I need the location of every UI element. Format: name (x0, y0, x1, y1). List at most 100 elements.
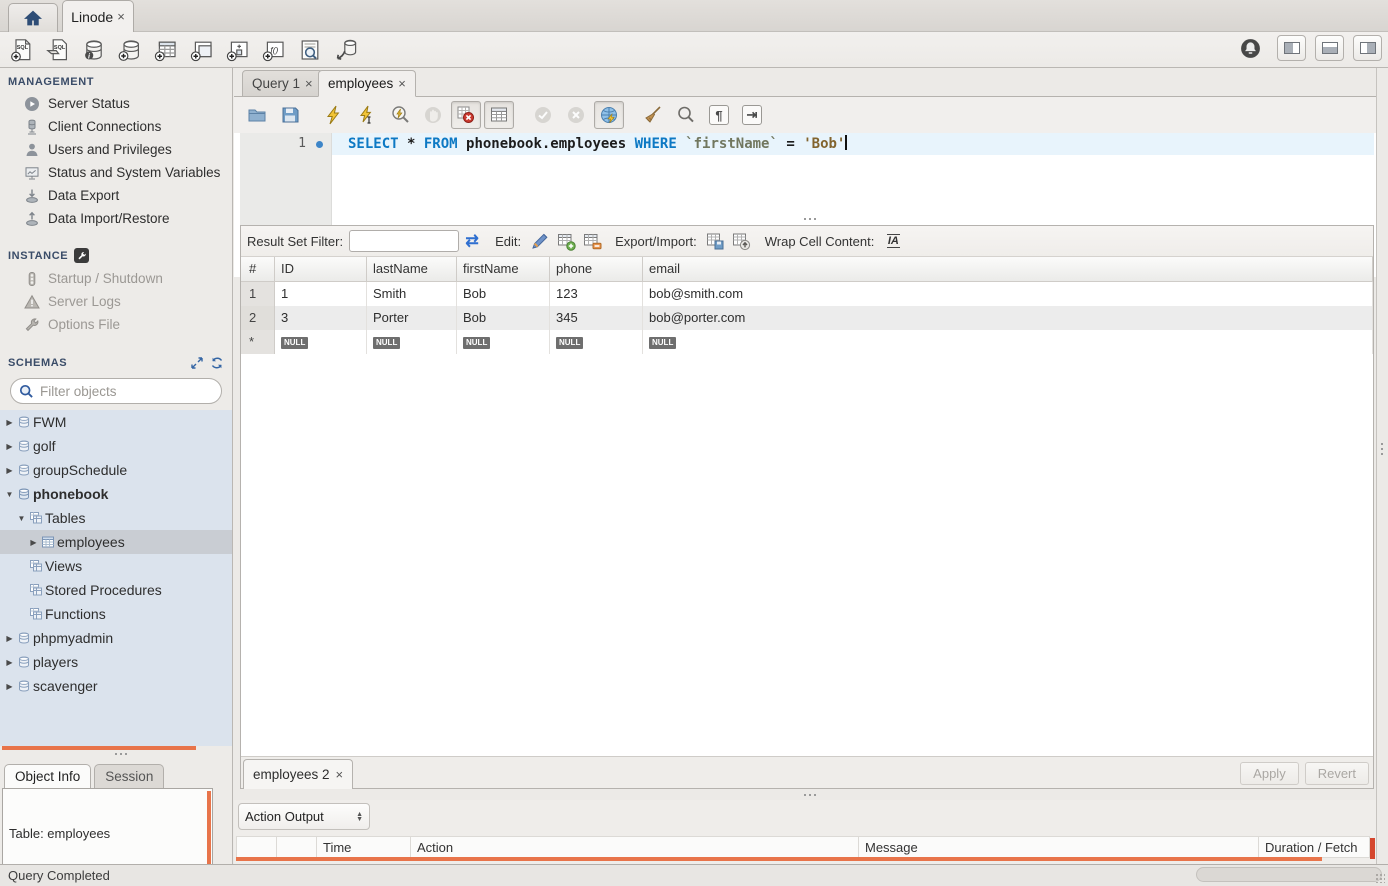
cell[interactable]: bob@smith.com (643, 282, 1373, 306)
sidebar-item-options-file[interactable]: Options File (0, 313, 232, 336)
sidebar-splitter-grip[interactable] (115, 753, 117, 755)
column-header[interactable]: phone (550, 257, 643, 281)
column-header[interactable]: firstName (457, 257, 550, 281)
sidebar-item-server-status[interactable]: Server Status (0, 92, 232, 115)
toggle-bottom-panel-button[interactable] (1315, 35, 1344, 61)
import-recordset-icon[interactable] (729, 229, 755, 253)
create-function-button[interactable]: f() (256, 35, 292, 65)
cell[interactable]: NULL (550, 330, 643, 354)
tree-item-tables[interactable]: ▼Tables (0, 506, 232, 530)
open-file-button[interactable] (242, 101, 272, 129)
cell[interactable]: Porter (367, 306, 457, 330)
tree-item-views[interactable]: Views (0, 554, 232, 578)
result-filter-input[interactable] (349, 230, 459, 252)
tree-item-players[interactable]: ▶players (0, 650, 232, 674)
close-tab-icon[interactable]: × (305, 76, 313, 91)
schema-filter-input[interactable] (40, 384, 217, 399)
cell[interactable]: Smith (367, 282, 457, 306)
home-tab[interactable] (8, 3, 58, 32)
toggle-left-sidebar-button[interactable] (1277, 35, 1306, 61)
cell[interactable]: NULL (457, 330, 550, 354)
tree-item-employees[interactable]: ▶employees (0, 530, 232, 554)
find-button[interactable] (671, 101, 701, 129)
export-recordset-icon[interactable] (703, 229, 729, 253)
tree-item-stored-procedures[interactable]: Stored Procedures (0, 578, 232, 602)
new-row[interactable]: * NULL NULL NULL NULL NULL (241, 330, 1373, 354)
object-info-scrollbar[interactable] (207, 791, 211, 864)
tab-employees[interactable]: employees × (318, 70, 416, 97)
create-table-button[interactable] (148, 35, 184, 65)
tree-item-functions[interactable]: Functions (0, 602, 232, 626)
column-header[interactable]: lastName (367, 257, 457, 281)
tree-item-phonebook[interactable]: ▼phonebook (0, 482, 232, 506)
create-view-button[interactable] (184, 35, 220, 65)
cell[interactable]: NULL (275, 330, 367, 354)
column-header[interactable]: email (643, 257, 1373, 281)
execute-current-statement-button[interactable] (352, 101, 382, 129)
new-query-tab-button[interactable]: SQL (4, 35, 40, 65)
insert-row-icon[interactable] (553, 229, 579, 253)
limit-rows-button[interactable] (484, 101, 514, 129)
column-header[interactable]: Duration / Fetch (1259, 837, 1369, 857)
expand-schemas-icon[interactable] (190, 356, 204, 370)
close-tab-icon[interactable]: × (398, 76, 406, 91)
sidebar-item-server-logs[interactable]: Server Logs (0, 290, 232, 313)
tree-item-groupschedule[interactable]: ▶groupSchedule (0, 458, 232, 482)
column-header[interactable]: Message (859, 837, 1259, 857)
refresh-schemas-icon[interactable] (210, 356, 224, 370)
sidebar-item-startup-shutdown[interactable]: Startup / Shutdown (0, 267, 232, 290)
column-header[interactable]: ID (275, 257, 367, 281)
output-view-selector[interactable]: Action Output ▲▼ (238, 803, 370, 830)
output-horizontal-scrollbar[interactable] (236, 857, 1322, 861)
tree-item-scavenger[interactable]: ▶scavenger (0, 674, 232, 698)
toggle-word-wrap-button[interactable]: ⇥ (737, 101, 767, 129)
show-invisibles-button[interactable]: ¶ (704, 101, 734, 129)
sidebar-item-users-privileges[interactable]: Users and Privileges (0, 138, 232, 161)
refresh-result-icon[interactable]: ⇄ (459, 229, 485, 253)
result-output-splitter[interactable] (234, 789, 1376, 800)
tree-item-golf[interactable]: ▶golf (0, 434, 232, 458)
cell[interactable]: bob@porter.com (643, 306, 1373, 330)
create-schema-button[interactable] (112, 35, 148, 65)
tree-item-phpmyadmin[interactable]: ▶phpmyadmin (0, 626, 232, 650)
resize-grip[interactable] (1375, 873, 1385, 883)
wrap-cell-content-icon[interactable]: IA (880, 229, 906, 253)
row-number[interactable]: 2 (241, 306, 275, 330)
sql-statement[interactable]: SELECT * FROM phonebook.employees WHERE … (348, 133, 847, 155)
beautify-script-button[interactable] (638, 101, 668, 129)
connection-tab-linode[interactable]: Linode × (62, 0, 134, 32)
bottom-horizontal-scrollbar[interactable] (1196, 867, 1382, 882)
close-tab-icon[interactable]: × (117, 9, 125, 24)
table-row[interactable]: 2 3 Porter Bob 345 bob@porter.com (241, 306, 1373, 330)
create-procedure-button[interactable] (220, 35, 256, 65)
tab-employees-2[interactable]: employees 2 × (243, 759, 353, 789)
toggle-stop-on-error-button[interactable] (451, 101, 481, 129)
apply-button[interactable]: Apply (1240, 762, 1299, 785)
sidebar-item-system-variables[interactable]: Status and System Variables (0, 161, 232, 184)
cell[interactable]: Bob (457, 282, 550, 306)
cell[interactable]: NULL (643, 330, 1373, 354)
cell[interactable]: 345 (550, 306, 643, 330)
edit-record-icon[interactable] (527, 229, 553, 253)
cell[interactable]: NULL (367, 330, 457, 354)
search-table-data-button[interactable] (292, 35, 328, 65)
row-number[interactable]: * (241, 330, 275, 354)
execute-query-button[interactable] (319, 101, 349, 129)
cell[interactable]: 3 (275, 306, 367, 330)
right-panel-strip[interactable] (1376, 68, 1388, 864)
column-header[interactable]: # (241, 257, 275, 281)
row-number[interactable]: 1 (241, 282, 275, 306)
explain-query-button[interactable] (385, 101, 415, 129)
save-script-button[interactable] (275, 101, 305, 129)
sidebar-item-client-connections[interactable]: Client Connections (0, 115, 232, 138)
column-header[interactable]: Action (411, 837, 859, 857)
notifications-icon[interactable] (1239, 37, 1262, 60)
tab-query-1[interactable]: Query 1 × (242, 70, 323, 97)
table-row[interactable]: 1 1 Smith Bob 123 bob@smith.com (241, 282, 1373, 306)
cell[interactable]: 123 (550, 282, 643, 306)
revert-button[interactable]: Revert (1305, 762, 1369, 785)
toggle-autocommit-button[interactable] (594, 101, 624, 129)
cell[interactable]: 1 (275, 282, 367, 306)
cell[interactable]: Bob (457, 306, 550, 330)
reconnect-database-button[interactable] (328, 35, 364, 65)
